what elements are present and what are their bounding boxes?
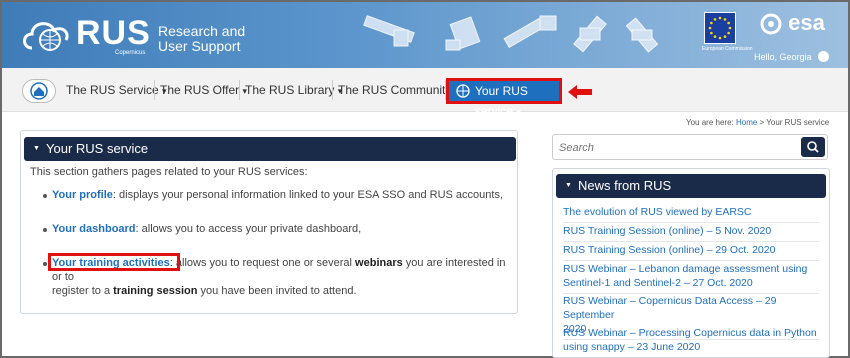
search-button[interactable]	[801, 137, 825, 157]
rus-globe-icon	[456, 84, 470, 98]
nav-item-rus-library[interactable]: The RUS Library ▾	[241, 76, 346, 104]
logo-subtext: Copernicus	[115, 50, 146, 56]
nav-divider	[154, 80, 155, 100]
panel-title: Your RUS service	[46, 141, 149, 156]
home-button[interactable]	[22, 79, 56, 103]
search-icon	[807, 141, 819, 153]
nav-divider	[239, 80, 240, 100]
satellite-3-icon	[503, 15, 557, 49]
eu-stars-icon	[708, 16, 732, 40]
your-profile-link[interactable]: Your profile	[52, 189, 113, 201]
rus-logo[interactable]: RUS Copernicus	[20, 10, 150, 58]
news-title: News from RUS	[578, 178, 672, 193]
news-item[interactable]: The evolution of RUS viewed by EARSC	[563, 205, 819, 223]
news-header[interactable]: ▼ News from RUS	[556, 174, 826, 198]
your-dashboard-link[interactable]: Your dashboard	[52, 223, 136, 235]
satellite-4-icon	[573, 15, 607, 53]
esa-label: esa	[788, 10, 825, 35]
search-box	[552, 134, 828, 160]
bullet	[43, 228, 47, 232]
eu-label: European Commission	[702, 46, 753, 52]
satellite-2-icon	[445, 16, 481, 51]
nav-divider	[332, 80, 333, 100]
list-item-profile: Your profile: displays your personal inf…	[52, 189, 504, 201]
nav-item-your-rus-service[interactable]: Your RUS service ▾	[446, 78, 562, 118]
satellites-banner	[363, 15, 659, 53]
home-icon	[30, 82, 48, 100]
news-item[interactable]: RUS Webinar – Lebanon damage assessment …	[563, 262, 819, 294]
cloud-globe-icon	[23, 22, 69, 51]
esa-logo[interactable]: esa	[760, 10, 825, 36]
breadcrumb: You are here: Home > Your RUS service	[686, 118, 830, 127]
breadcrumb-current: Your RUS service	[766, 118, 830, 127]
red-arrow-annotation-icon	[568, 85, 592, 99]
caret-down-icon: ▼	[565, 182, 572, 189]
news-item[interactable]: RUS Webinar – Processing Copernicus data…	[563, 326, 819, 357]
news-panel: ▼ News from RUS The evolution of RUS vie…	[552, 168, 830, 358]
breadcrumb-home-link[interactable]: Home	[736, 118, 757, 127]
panel-intro: This section gathers pages related to yo…	[30, 166, 308, 178]
user-avatar-icon[interactable]	[818, 51, 829, 62]
news-item[interactable]: RUS Training Session (online) – 29 Oct. …	[563, 243, 819, 261]
news-item[interactable]: RUS Training Session (online) – 5 Nov. 2…	[563, 224, 819, 242]
nav-item-rus-offer[interactable]: The RUS Offer ▾	[156, 76, 251, 104]
bullet	[43, 262, 47, 266]
tagline-line1: Research and	[158, 23, 246, 39]
tagline: Research and User Support	[158, 24, 245, 54]
satellite-1-icon	[363, 15, 415, 47]
caret-down-icon: ▼	[33, 145, 40, 152]
search-input[interactable]	[559, 140, 789, 156]
nav-item-rus-community[interactable]: The RUS Community ▾	[334, 76, 463, 104]
list-item-dashboard: Your dashboard: allows you to access you…	[52, 223, 362, 235]
panel-header[interactable]: ▼ Your RUS service	[24, 137, 516, 161]
site-header: RUS Copernicus Research and User Support…	[2, 2, 848, 68]
bullet	[43, 194, 47, 198]
main-navbar: The RUS Service ▾ The RUS Offer ▾ The RU…	[2, 68, 848, 112]
tagline-line2: User Support	[158, 38, 241, 54]
eu-flag-logo[interactable]	[704, 12, 736, 44]
highlight-box-annotation	[48, 253, 180, 271]
your-rus-service-panel: ▼ Your RUS service This section gathers …	[20, 130, 518, 314]
user-greeting[interactable]: Hello, Georgia	[754, 52, 812, 62]
logo-text: RUS	[76, 14, 151, 52]
esa-mark-icon	[760, 13, 782, 35]
satellite-5-icon	[625, 17, 659, 53]
